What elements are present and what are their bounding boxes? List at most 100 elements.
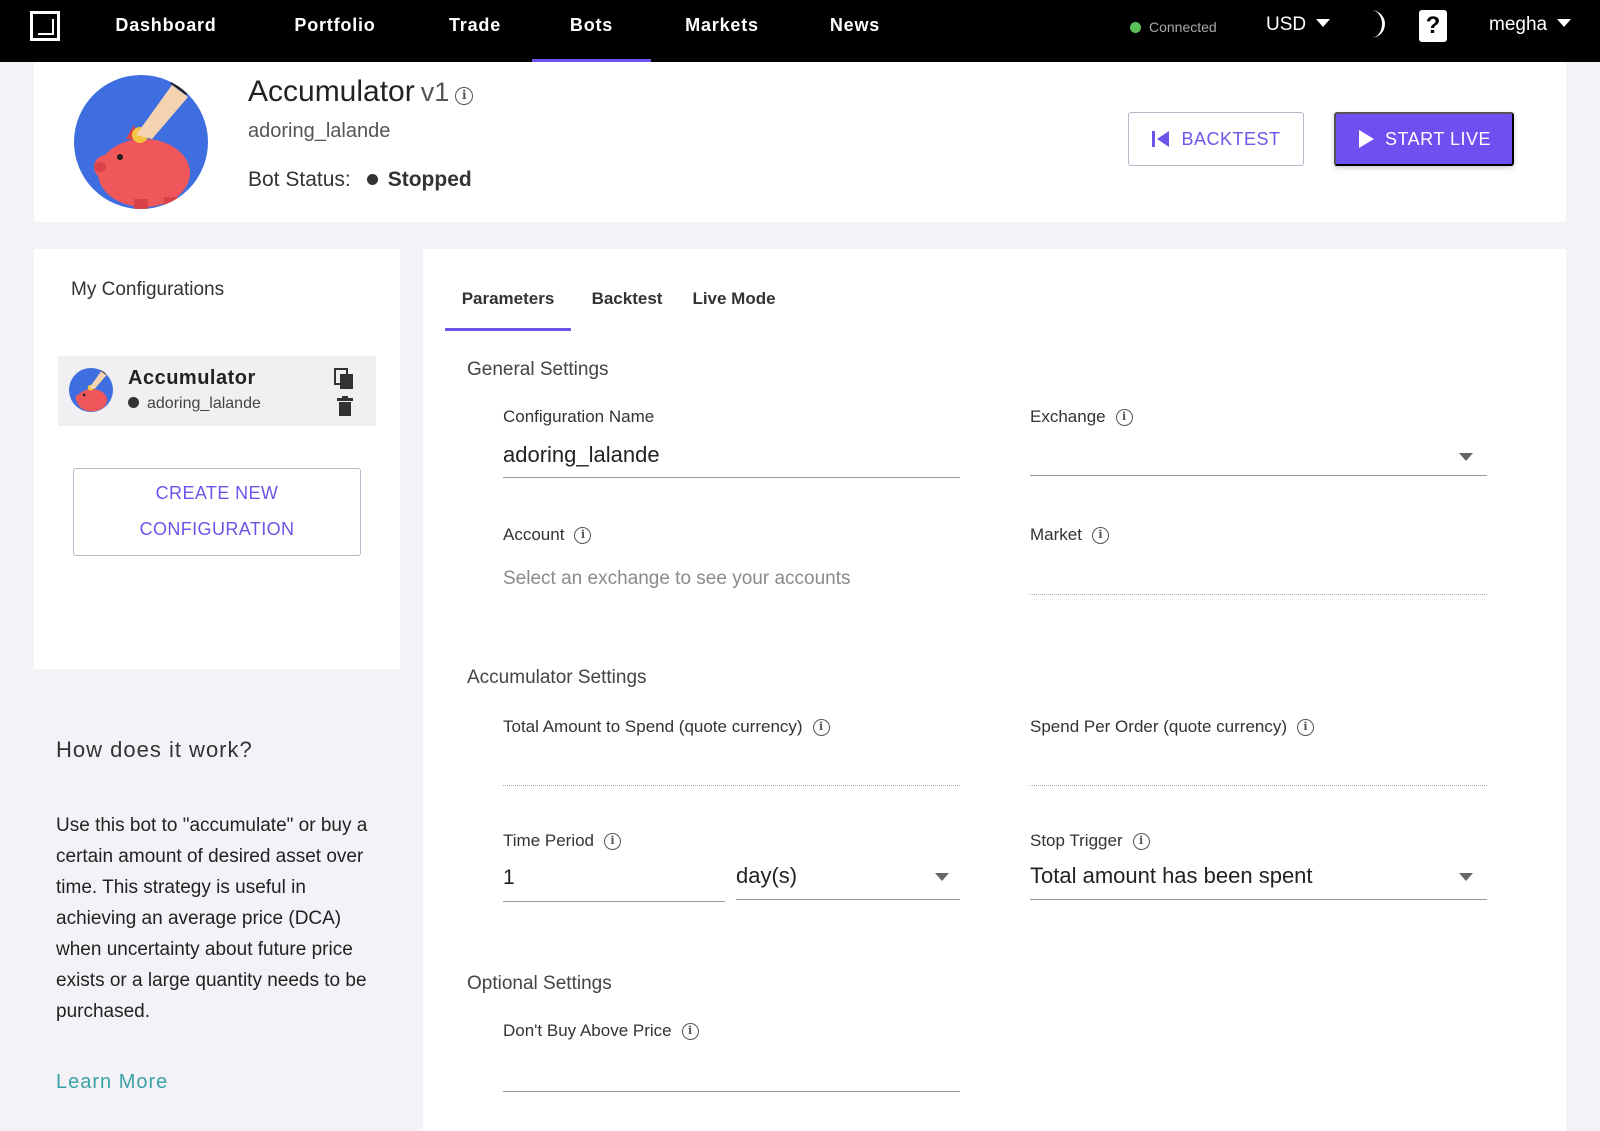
configurations-panel: My Configurations Accumulator adoring_la… — [34, 249, 400, 669]
stop-trigger-label: Stop Trigger i — [1030, 829, 1150, 853]
how-it-works-title: How does it work? — [56, 737, 253, 762]
info-icon[interactable]: i — [681, 1023, 699, 1040]
bot-name: Accumulator — [248, 75, 415, 108]
bot-header: Accumulator v1 i adoring_lalande Bot Statu… — [34, 62, 1566, 222]
bot-status-label: Bot Status: — [248, 168, 351, 191]
total-amount-label: Total Amount to Spend (quote currency) i — [503, 715, 830, 739]
chevron-down-icon — [1316, 19, 1331, 27]
info-icon[interactable]: i — [455, 87, 474, 105]
stop-trigger-label-text: Stop Trigger — [1030, 831, 1123, 850]
account-label-text: Account — [503, 525, 565, 544]
top-nav: Dashboard Portfolio Trade Bots Markets N… — [0, 0, 1600, 62]
config-item-name: Accumulator — [128, 367, 256, 389]
tab-backtest[interactable]: Backtest — [583, 287, 671, 331]
info-icon[interactable]: i — [1132, 833, 1150, 850]
spend-per-order-label: Spend Per Order (quote currency) i — [1030, 715, 1315, 739]
username: megha — [1489, 14, 1548, 35]
config-list-item[interactable]: Accumulator adoring_lalande — [58, 356, 376, 426]
nav-bots[interactable]: Bots — [532, 0, 651, 62]
backtest-button[interactable]: BACKTEST — [1128, 112, 1304, 166]
config-name-underline — [503, 477, 960, 478]
info-icon[interactable]: i — [1115, 409, 1133, 426]
time-period-label-text: Time Period — [503, 831, 595, 850]
config-name-input[interactable]: adoring_lalande — [503, 440, 660, 470]
currency-value: USD — [1266, 14, 1307, 35]
copy-icon[interactable] — [334, 368, 354, 390]
dont-buy-above-input[interactable] — [503, 1091, 960, 1092]
bot-version: v1 — [420, 77, 450, 107]
bot-status: Bot Status: Stopped — [248, 165, 472, 195]
piggy-bank-icon — [94, 75, 194, 209]
bot-title: Accumulator v1 i — [248, 72, 474, 112]
optional-settings-title: Optional Settings — [467, 973, 612, 994]
learn-more-link[interactable]: Learn More — [56, 1068, 168, 1096]
create-configuration-button[interactable]: CREATE NEW CONFIGURATION — [73, 468, 361, 556]
tab-live-mode[interactable]: Live Mode — [685, 287, 783, 331]
currency-select[interactable]: USD — [1266, 12, 1331, 38]
market-label-text: Market — [1030, 525, 1082, 544]
info-icon[interactable]: i — [1091, 527, 1109, 544]
logo-icon[interactable] — [30, 11, 60, 41]
exchange-label: Exchange i — [1030, 405, 1133, 429]
time-period-label: Time Period i — [503, 829, 622, 853]
dont-buy-above-label: Don't Buy Above Price i — [503, 1019, 699, 1043]
how-it-works-text: Use this bot to "accumulate" or buy a ce… — [56, 815, 368, 1022]
connected-dot-icon — [1130, 22, 1141, 33]
market-input[interactable] — [1030, 594, 1487, 595]
exchange-select[interactable] — [1030, 475, 1487, 476]
spend-per-order-input[interactable] — [1030, 785, 1487, 786]
help-icon[interactable]: ? — [1419, 10, 1447, 42]
trash-icon[interactable] — [337, 396, 353, 416]
market-label: Market i — [1030, 523, 1109, 547]
create-line-2: CONFIGURATION — [139, 519, 295, 539]
stop-trigger-chevron-down-icon[interactable] — [1459, 873, 1473, 881]
start-live-button[interactable]: START LIVE — [1334, 112, 1514, 166]
total-amount-label-text: Total Amount to Spend (quote currency) — [503, 717, 803, 736]
time-unit-chevron-down-icon[interactable] — [935, 873, 949, 881]
exchange-chevron-down-icon[interactable] — [1459, 453, 1473, 461]
nav-markets[interactable]: Markets — [672, 0, 772, 62]
time-period-input[interactable]: 1 — [503, 863, 515, 893]
main-panel: Parameters Backtest Live Mode General Se… — [423, 249, 1566, 1131]
status-dot-icon — [128, 397, 139, 408]
time-unit-underline — [736, 899, 960, 900]
accumulator-settings-title: Accumulator Settings — [467, 667, 647, 688]
nav-news[interactable]: News — [815, 0, 895, 62]
configurations-title: My Configurations — [71, 279, 225, 300]
connection-status: Connected — [1130, 17, 1217, 37]
connection-label: Connected — [1149, 19, 1217, 35]
stop-trigger-underline — [1030, 899, 1487, 900]
bot-avatar — [74, 75, 208, 209]
user-menu[interactable]: megha — [1489, 12, 1572, 38]
info-icon[interactable]: i — [604, 833, 622, 850]
total-amount-input[interactable] — [503, 785, 960, 786]
backtest-label: BACKTEST — [1181, 128, 1281, 149]
time-unit-select[interactable]: day(s) — [736, 861, 797, 891]
bot-config-name: adoring_lalande — [248, 120, 391, 142]
skip-back-icon — [1152, 131, 1170, 147]
config-item-sub-text: adoring_lalande — [147, 395, 261, 412]
nav-trade[interactable]: Trade — [435, 0, 515, 62]
config-name-label: Configuration Name — [503, 407, 655, 426]
nav-portfolio[interactable]: Portfolio — [280, 0, 390, 62]
tab-parameters[interactable]: Parameters — [445, 287, 571, 331]
stop-trigger-select[interactable]: Total amount has been spent — [1030, 861, 1313, 891]
account-label: Account i — [503, 523, 592, 547]
create-line-1: CREATE NEW — [155, 483, 279, 503]
info-icon[interactable]: i — [812, 719, 830, 736]
general-settings-title: General Settings — [467, 359, 609, 380]
info-icon[interactable]: i — [574, 527, 592, 544]
status-dot-icon — [366, 174, 378, 185]
info-icon[interactable]: i — [1297, 719, 1315, 736]
status-badge: Stopped — [387, 168, 472, 191]
spend-per-order-label-text: Spend Per Order (quote currency) — [1030, 717, 1288, 736]
start-live-label: START LIVE — [1384, 128, 1492, 149]
moon-icon[interactable] — [1363, 8, 1391, 40]
chevron-down-icon — [1557, 19, 1572, 27]
play-icon — [1358, 130, 1374, 148]
nav-dashboard[interactable]: Dashboard — [106, 0, 226, 62]
account-placeholder: Select an exchange to see your accounts — [503, 568, 851, 589]
exchange-label-text: Exchange — [1030, 407, 1106, 426]
config-avatar — [69, 368, 113, 412]
piggy-bank-icon — [75, 368, 109, 412]
